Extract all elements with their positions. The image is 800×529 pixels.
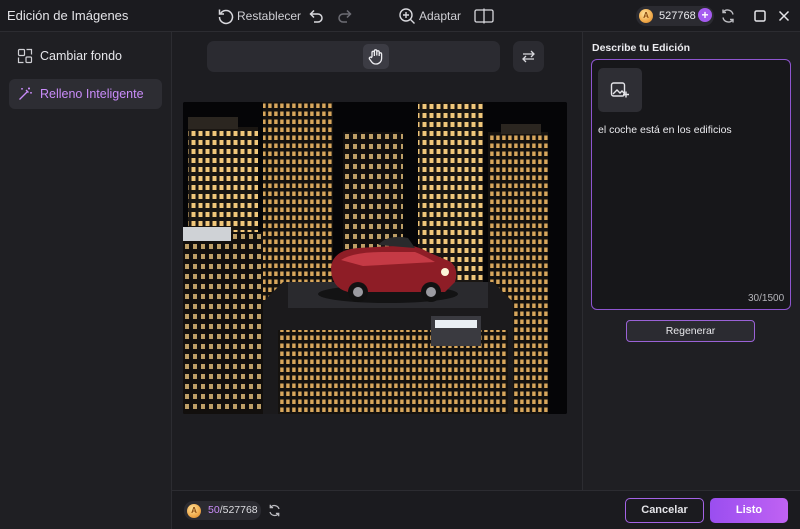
magic-wand-icon [17,86,33,102]
buy-credits-button[interactable]: + [698,8,712,22]
done-button[interactable]: Listo [710,498,788,523]
reset-icon[interactable] [216,6,236,26]
coin-icon: A [639,9,653,23]
sidebar-item-label: Cambiar fondo [40,49,122,63]
edited-image [183,102,567,414]
credit-cost-used: 50 [208,504,220,516]
upload-image-button[interactable] [598,68,642,112]
panel-title: Describe tu Edición [592,42,691,54]
sidebar-item-label: Relleno Inteligente [40,87,144,101]
redo-icon[interactable] [335,6,355,26]
close-icon[interactable] [775,7,793,25]
sync-icon[interactable] [719,7,737,25]
credit-cost-badge: A 50/527768 [184,501,261,520]
undo-icon[interactable] [306,6,326,26]
refresh-credits-icon[interactable] [267,503,282,521]
credit-cost-text: 50/527768 [208,504,258,516]
cancel-button[interactable]: Cancelar [625,498,704,523]
sidebar-item-smart-fill[interactable]: Relleno Inteligente [9,79,162,109]
fit-button[interactable]: Adaptar [419,9,461,23]
window-title: Edición de Imágenes [7,8,129,23]
char-count: 30/1500 [748,293,785,304]
regenerate-button[interactable]: Regenerar [626,320,755,342]
add-image-icon [610,82,629,98]
coin-icon: A [187,503,201,518]
prompt-text: el coche está en los edificios [598,124,732,136]
maximize-icon[interactable] [751,7,769,25]
canvas-toolbar [207,41,500,72]
reset-button[interactable]: Restablecer [237,9,301,23]
swap-button[interactable] [513,41,544,72]
credit-cost-total: /527768 [219,504,258,516]
city-car-illustration [183,102,567,414]
sidebar-item-change-background[interactable]: Cambiar fondo [9,41,162,71]
zoom-fit-icon[interactable] [397,6,417,26]
credits-amount: 527768 [659,10,696,22]
hand-pan-icon[interactable] [366,47,386,67]
compare-icon[interactable] [473,6,495,26]
change-background-icon [17,48,33,64]
